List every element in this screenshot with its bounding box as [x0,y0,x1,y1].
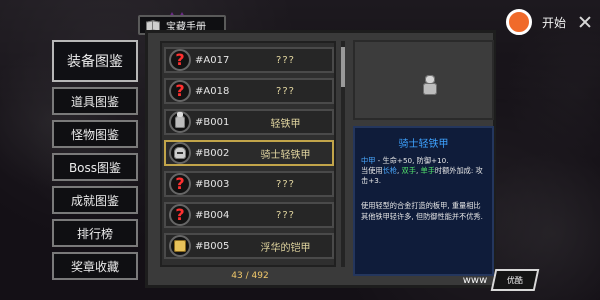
list-item-selected[interactable]: #B002 骑士轻铁甲 [164,140,334,166]
top-right-controls: 开始 [505,8,594,36]
close-icon[interactable] [576,13,594,31]
tab-leaderboard[interactable]: 排行榜 [52,219,138,247]
watermark: www 优酷 [452,266,548,294]
watermark-text: www [462,274,488,286]
armor-type: 中甲 [361,156,376,165]
tab-monsters[interactable]: 怪物图鉴 [52,120,138,148]
item-code: #B001 [195,116,230,128]
knight-armor-figure [421,75,439,95]
item-code: #B005 [195,240,230,252]
tab-items[interactable]: 道具图鉴 [52,87,138,115]
details-line-1: 中甲 - 生命+50, 防御+10. [361,156,486,166]
tab-label: Boss图鉴 [68,160,122,175]
list-item[interactable]: ? #A017 ??? [164,47,334,73]
gold-armor-icon [169,235,191,257]
item-name: ??? [276,54,295,66]
scroll-thumb[interactable] [341,47,345,87]
details-line-2: 当使用长枪, 双手, 单手时额外加成: 攻击+3. [361,166,486,186]
list-item[interactable]: #B001 轻铁甲 [164,109,334,135]
start-button[interactable] [505,9,532,35]
red-question-icon: ? [169,204,191,226]
item-code: #B003 [195,178,230,190]
tab-label: 奖章收藏 [70,259,119,274]
list-item[interactable]: #B005 浮华的铠甲 [164,233,334,259]
tab-boss[interactable]: Boss图鉴 [52,153,138,181]
side-tabs: 装备图鉴 道具图鉴 怪物图鉴 Boss图鉴 成就图鉴 排行榜 奖章收藏 [52,40,138,280]
red-question-icon: ? [169,173,191,195]
details-title: 骑士轻铁甲 [398,139,449,150]
equipment-list[interactable]: ? #A017 ??? ? #A018 ??? #B001 轻铁甲 #B002 … [160,41,336,267]
item-details: 骑士轻铁甲 中甲 - 生命+50, 防御+10. 当使用长枪, 双手, 单手时额… [353,126,494,276]
tab-label: 排行榜 [76,226,113,241]
tab-medals[interactable]: 奖章收藏 [52,252,138,280]
item-name: ??? [276,85,295,97]
light-armor-icon [169,111,191,133]
prefix-text: 当使用 [361,166,383,175]
item-name: 轻铁甲 [270,118,301,130]
watermark-badge: 优酷 [490,269,540,291]
encyclopedia-panel: ? #A017 ??? ? #A018 ??? #B001 轻铁甲 #B002 … [145,30,496,288]
tab-label: 道具图鉴 [70,94,119,109]
red-question-icon: ? [169,80,191,102]
weapon-onehand: 单手 [420,166,435,175]
tab-label: 装备图鉴 [67,54,123,70]
stat-text: - 生命+50, 防御+10. [375,156,449,165]
weapon-dual: 双手 [401,166,416,175]
list-item[interactable]: ? #B004 ??? [164,202,334,228]
knight-helmet-icon [169,142,191,164]
tab-achievements[interactable]: 成就图鉴 [52,186,138,214]
item-name: 浮华的铠甲 [260,242,311,254]
tab-label: 怪物图鉴 [70,127,119,142]
item-name: ??? [276,178,295,190]
list-scrollbar[interactable] [341,41,345,267]
item-name: ??? [276,209,295,221]
red-question-icon: ? [169,49,191,71]
start-label: 开始 [541,15,566,30]
item-code: #A017 [195,54,230,66]
page-indicator: 43 / 492 [231,271,269,281]
tab-label: 成就图鉴 [70,193,119,208]
watermark-badge-text: 优酷 [507,275,524,285]
tab-equipment[interactable]: 装备图鉴 [52,40,138,82]
list-item[interactable]: ? #B003 ??? [164,171,334,197]
item-code: #B002 [195,147,230,159]
item-code: #A018 [195,85,230,97]
item-preview [353,40,494,120]
list-item[interactable]: ? #A018 ??? [164,78,334,104]
item-name: 骑士轻铁甲 [260,149,311,161]
weapon-spear: 长枪 [382,166,397,175]
details-description: 使用轻型的合金打造的板甲, 重量相比其他铁甲轻许多, 但防御性能并不优秀. [361,201,483,221]
item-code: #B004 [195,209,230,221]
